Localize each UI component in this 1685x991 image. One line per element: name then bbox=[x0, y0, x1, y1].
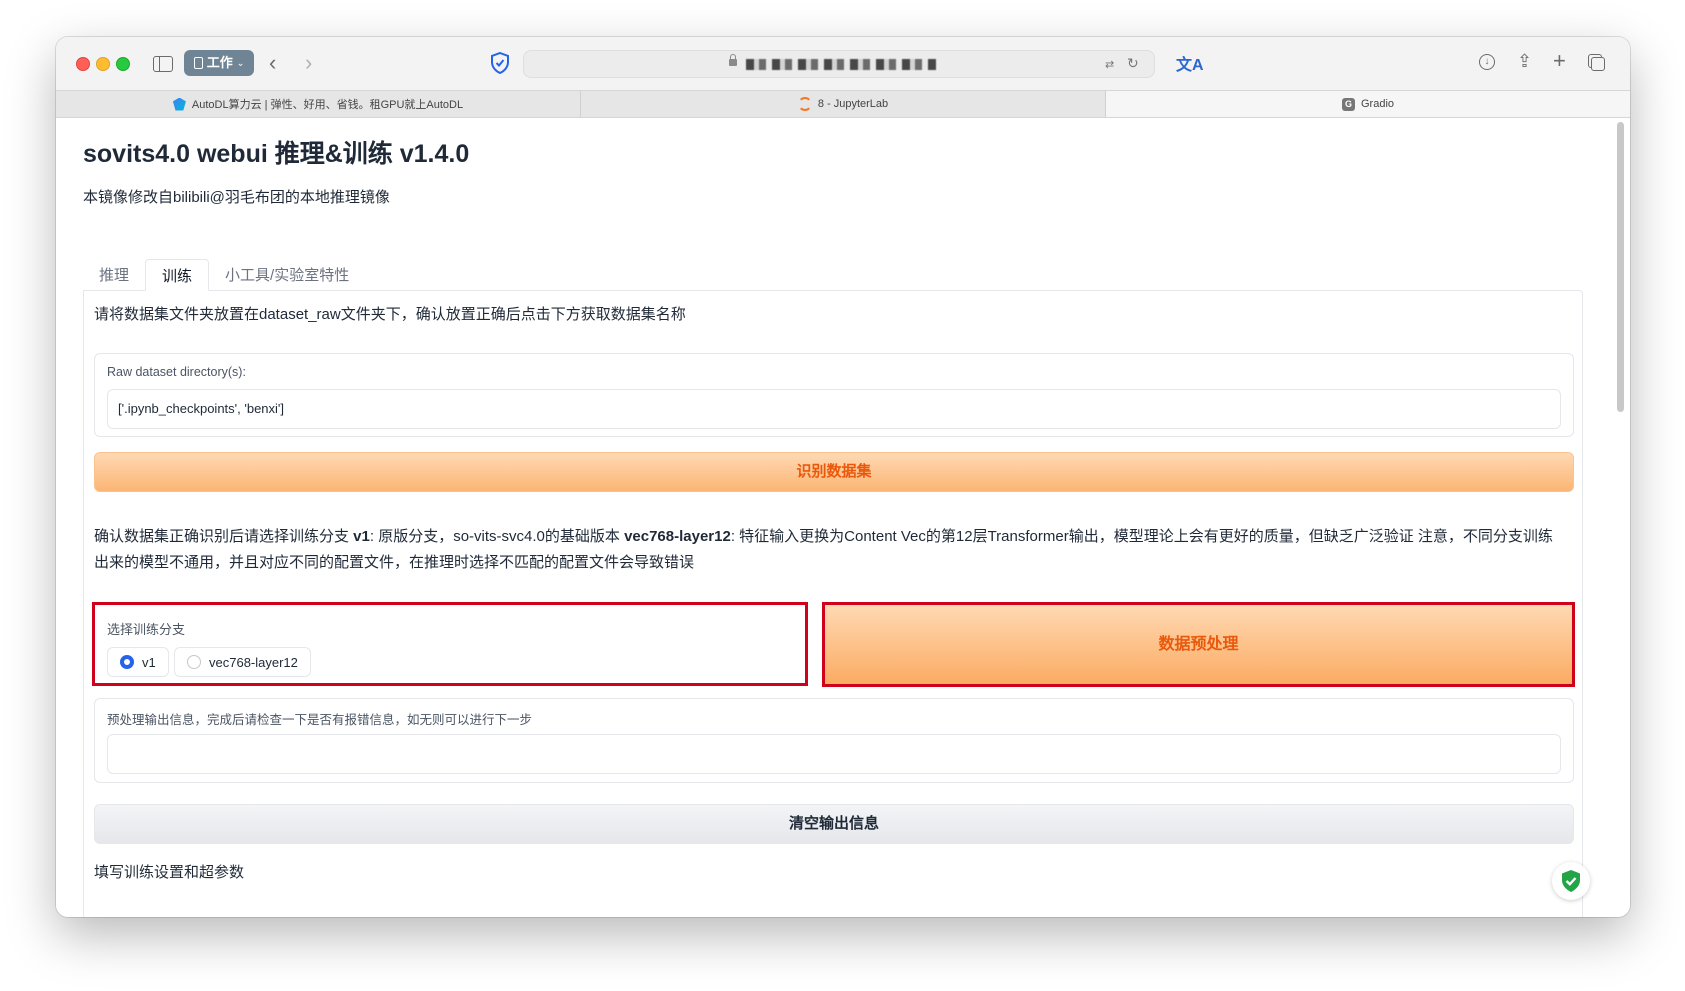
translate-page-icon[interactable]: ⇄ bbox=[1105, 58, 1114, 71]
branch-option-label: v1 bbox=[142, 654, 156, 670]
new-tab-icon[interactable]: + bbox=[1553, 48, 1566, 74]
radio-unchecked-icon[interactable] bbox=[187, 655, 201, 669]
raw-dataset-field[interactable]: ['.ipynb_checkpoints', 'benxi'] bbox=[107, 389, 1561, 429]
shield-check-icon bbox=[1562, 870, 1580, 892]
chevron-down-icon: ⌄ bbox=[236, 58, 245, 68]
page-title: sovits4.0 webui 推理&训练 v1.4.0 bbox=[83, 140, 470, 168]
identify-dataset-button[interactable]: 识别数据集 bbox=[94, 452, 1574, 492]
branch-select-block: 选择训练分支 v1 vec768-layer12 bbox=[92, 602, 808, 686]
raw-dataset-block: Raw dataset directory(s): ['.ipynb_check… bbox=[94, 353, 1574, 437]
close-window-button[interactable] bbox=[76, 57, 90, 71]
sidebar-toggle-icon[interactable] bbox=[153, 56, 173, 72]
browser-window: 工作 ⌄ ‹ › ⇄ ↻ 文A ↓ ⇪ + AutoDL算力云 | 弹性、好用、… bbox=[56, 37, 1630, 917]
minimize-window-button[interactable] bbox=[96, 57, 110, 71]
back-icon[interactable]: ‹ bbox=[269, 52, 276, 74]
profile-switcher[interactable]: 工作 ⌄ bbox=[184, 50, 254, 76]
reload-icon[interactable]: ↻ bbox=[1127, 55, 1139, 72]
download-icon[interactable]: ↓ bbox=[1479, 54, 1495, 70]
autodl-icon bbox=[172, 97, 186, 111]
browser-tab-autodl[interactable]: AutoDL算力云 | 弹性、好用、省钱。租GPU就上AutoDL bbox=[56, 91, 581, 117]
dataset-instruction: 请将数据集文件夹放置在dataset_raw文件夹下，确认放置正确后点击下方获取… bbox=[94, 306, 686, 323]
browser-tab-title: 8 - JupyterLab bbox=[817, 98, 889, 110]
preprocess-output-field[interactable] bbox=[107, 734, 1561, 774]
profile-icon bbox=[193, 57, 203, 69]
branch-select-label: 选择训练分支 bbox=[107, 622, 186, 637]
preprocess-output-label: 预处理输出信息，完成后请检查一下是否有报错信息，如无则可以进行下一步 bbox=[107, 713, 533, 727]
preprocess-button[interactable]: 数据预处理 bbox=[822, 602, 1575, 687]
browser-tab-strip: AutoDL算力云 | 弹性、好用、省钱。租GPU就上AutoDL 8 - Ju… bbox=[56, 90, 1630, 118]
tab-tools[interactable]: 小工具/实验室特性 bbox=[209, 259, 365, 291]
vertical-scrollbar[interactable] bbox=[1617, 122, 1624, 412]
preprocess-output-block: 预处理输出信息，完成后请检查一下是否有报错信息，如无则可以进行下一步 bbox=[94, 698, 1574, 783]
branch-instruction: 确认数据集正确识别后请选择训练分支 v1: 原版分支，so-vits-svc4.… bbox=[94, 524, 1564, 576]
browser-toolbar: 工作 ⌄ ‹ › ⇄ ↻ 文A ↓ ⇪ + bbox=[56, 37, 1630, 90]
security-badge[interactable] bbox=[1552, 862, 1590, 900]
branch-name-vec768: vec768-layer12 bbox=[624, 528, 731, 545]
page-content: sovits4.0 webui 推理&训练 v1.4.0 本镜像修改自bilib… bbox=[56, 118, 1630, 917]
share-icon[interactable]: ⇪ bbox=[1517, 51, 1532, 72]
train-panel: 请将数据集文件夹放置在dataset_raw文件夹下，确认放置正确后点击下方获取… bbox=[83, 290, 1583, 917]
address-bar[interactable]: ⇄ ↻ bbox=[523, 50, 1155, 78]
profile-label: 工作 bbox=[206, 55, 233, 70]
browser-tab-title: AutoDL算力云 | 弹性、好用、省钱。租GPU就上AutoDL bbox=[191, 99, 464, 111]
clear-output-button[interactable]: 清空输出信息 bbox=[94, 804, 1574, 844]
privacy-shield-icon[interactable] bbox=[490, 52, 510, 74]
tab-overview-icon[interactable] bbox=[1588, 54, 1605, 71]
main-tabs: 推理 训练 小工具/实验室特性 bbox=[83, 259, 365, 291]
branch-option-vec768-layer12[interactable]: vec768-layer12 bbox=[174, 647, 311, 677]
browser-tab-jupyterlab[interactable]: 8 - JupyterLab bbox=[581, 91, 1106, 117]
radio-checked-icon[interactable] bbox=[120, 655, 134, 669]
jupyter-icon bbox=[797, 97, 812, 111]
training-settings-heading: 填写训练设置和超参数 bbox=[94, 864, 245, 881]
translate-extension-icon[interactable]: 文A bbox=[1176, 51, 1204, 75]
browser-tab-gradio[interactable]: G Gradio bbox=[1106, 91, 1630, 117]
zoom-window-button[interactable] bbox=[116, 57, 130, 71]
redacted-url bbox=[746, 59, 936, 70]
branch-option-label: vec768-layer12 bbox=[209, 654, 298, 670]
branch-instruction-text: 确认数据集正确识别后请选择训练分支 bbox=[94, 528, 354, 545]
tab-train[interactable]: 训练 bbox=[145, 259, 210, 291]
page-subtitle: 本镜像修改自bilibili@羽毛布团的本地推理镜像 bbox=[83, 189, 390, 206]
raw-dataset-label: Raw dataset directory(s): bbox=[107, 365, 246, 379]
browser-tab-title: Gradio bbox=[1360, 98, 1395, 110]
branch-name-v1: v1 bbox=[353, 528, 370, 545]
gradio-icon: G bbox=[1341, 97, 1355, 111]
tab-inference[interactable]: 推理 bbox=[83, 259, 145, 291]
forward-icon[interactable]: › bbox=[305, 52, 312, 74]
lock-icon bbox=[729, 54, 737, 66]
branch-option-v1[interactable]: v1 bbox=[107, 647, 169, 677]
branch-instruction-text: : 原版分支，so-vits-svc4.0的基础版本 bbox=[369, 528, 625, 545]
